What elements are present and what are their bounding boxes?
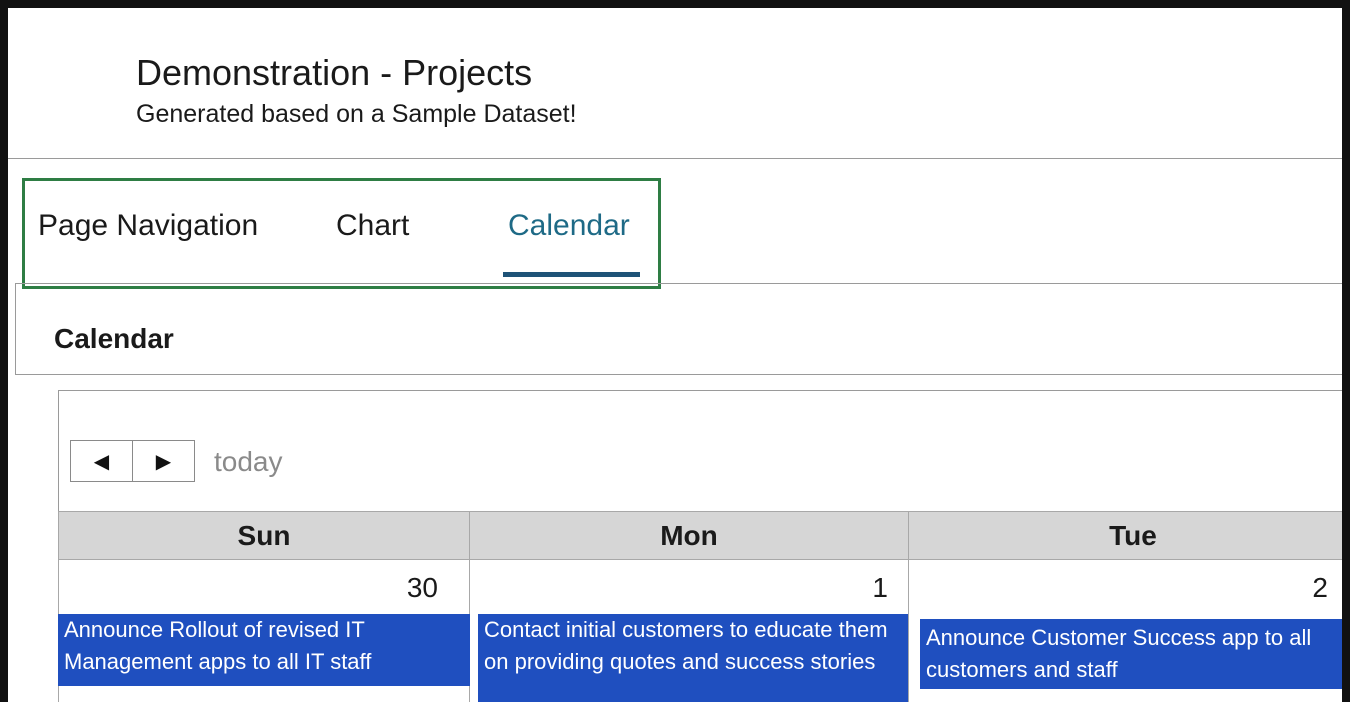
event-title: Announce Customer Success app to all cus… [926,625,1312,682]
triangle-right-icon: ▶ [155,450,172,473]
next-button[interactable]: ▶ [132,441,194,481]
calendar-event[interactable]: Contact initial customers to educate the… [478,614,908,702]
day-header-label: Sun [237,519,291,551]
day-header-sun: Sun [58,511,470,560]
day-number-mon: 1 [872,572,888,603]
app-window: Demonstration - Projects Generated based… [0,0,1350,702]
day-header-label: Tue [1109,519,1157,551]
active-tab-indicator [503,272,640,277]
calendar-event[interactable]: Announce Rollout of revised IT Managemen… [58,614,470,686]
page-title: Demonstration - Projects [136,52,533,93]
tab-calendar[interactable]: Calendar [508,209,630,243]
calendar-event[interactable]: Announce Customer Success app to all cus… [920,619,1342,689]
event-title: Announce Rollout of revised IT Managemen… [64,617,372,674]
day-header-mon: Mon [469,511,909,560]
tab-page-navigation[interactable]: Page Navigation [38,209,258,243]
day-number-sun: 30 [406,572,438,603]
event-title: Contact initial customers to educate the… [484,617,888,674]
today-button[interactable]: today [214,446,283,478]
prev-button[interactable]: ◀ [71,441,132,481]
page-subtitle: Generated based on a Sample Dataset! [136,100,577,128]
calendar-nav-group: ◀ ▶ [70,440,195,482]
header-divider [8,158,1342,159]
day-header-label: Mon [660,519,718,551]
triangle-left-icon: ◀ [93,450,110,473]
day-number-tue: 2 [1312,572,1328,603]
day-header-tue: Tue [908,511,1342,560]
tab-chart[interactable]: Chart [336,209,409,243]
section-title: Calendar [54,323,174,354]
calendar-section-header [15,283,1342,375]
